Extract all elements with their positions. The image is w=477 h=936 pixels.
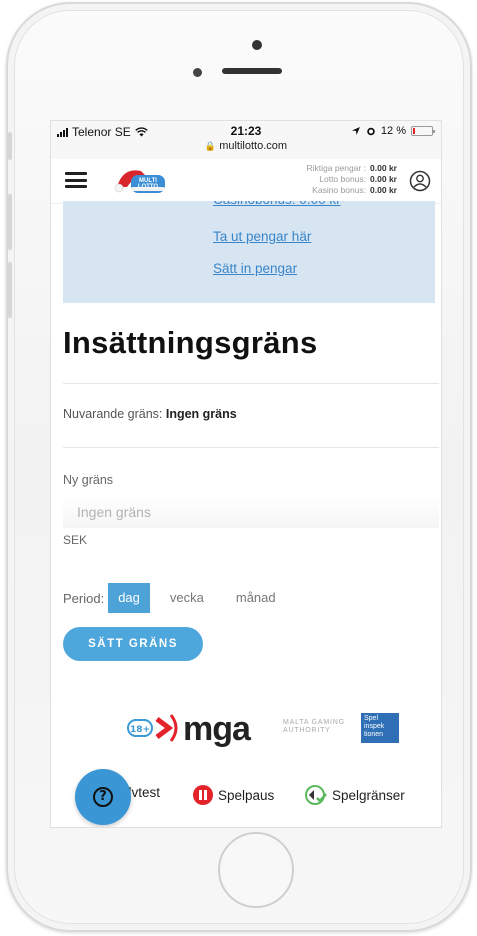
period-option-month[interactable]: månad: [226, 583, 286, 613]
battery-icon: [411, 126, 435, 136]
link-spelpaus[interactable]: Spelpaus: [193, 785, 274, 805]
spelpaus-label: Spelpaus: [218, 787, 275, 803]
currency-label: SEK: [63, 533, 88, 547]
current-limit: Nuvarande gräns: Ingen gräns: [63, 407, 237, 421]
location-icon: [351, 127, 360, 135]
pause-icon: [193, 785, 213, 805]
user-account-icon[interactable]: [409, 170, 431, 192]
new-limit-label: Ny gräns: [63, 473, 114, 487]
mute-switch: [8, 132, 12, 160]
spelgranser-label: Spelgränser: [332, 787, 405, 803]
page-title: Insättningsgräns: [63, 325, 318, 360]
new-limit-input[interactable]: [63, 496, 439, 528]
link-deposit[interactable]: Sätt in pengar: [213, 261, 297, 276]
account-links-box: Casinobonus: 0.00 kr Ta ut pengar här Sä…: [63, 201, 435, 303]
address-url[interactable]: 🔒 multilotto.com: [51, 140, 441, 152]
spelinspektionen-logo: Spel inspek tionen: [361, 713, 399, 743]
svg-text:LOTTO: LOTTO: [138, 184, 159, 190]
volume-up-button: [8, 194, 12, 250]
set-limit-button[interactable]: SÄTT GRÄNS: [63, 627, 203, 661]
site-header: MULTI LOTTO Riktiga pengar :0.00 kr Lott…: [51, 159, 441, 204]
mga-subtitle: MALTA GAMING AUTHORITY: [283, 719, 345, 734]
divider: [63, 383, 439, 384]
phone-screen: Telenor SE 21:23 🔒 multilotto.com 12 % M…: [50, 120, 442, 828]
home-button[interactable]: [218, 832, 294, 908]
lock-icon: 🔒: [204, 141, 217, 151]
url-text: multilotto.com: [219, 140, 288, 152]
status-bar: Telenor SE 21:23 🔒 multilotto.com 12 %: [51, 121, 441, 159]
front-camera: [252, 40, 262, 50]
current-limit-label: Nuvarande gräns:: [63, 407, 163, 421]
balance-real: Riktiga pengar :0.00 kr: [306, 163, 398, 173]
link-withdraw[interactable]: Ta ut pengar här: [213, 229, 311, 244]
period-option-week[interactable]: vecka: [160, 583, 214, 613]
divider: [63, 447, 439, 448]
regulator-logos: 18+ mga MALTA GAMING AUTHORITY Spel insp…: [127, 710, 399, 749]
mga-logo-text: mga: [183, 710, 251, 748]
alarm-icon: [367, 127, 375, 136]
period-selector: Period: dag vecka månad: [63, 583, 286, 613]
account-balances: Riktiga pengar :0.00 kr Lotto bonus: 0.00…: [307, 163, 398, 196]
help-chat-button[interactable]: ?: [75, 769, 131, 825]
multilotto-logo[interactable]: MULTI LOTTO: [113, 165, 169, 197]
question-icon: ?: [93, 787, 113, 807]
age-18-badge: 18+: [127, 719, 153, 737]
balance-lotto-bonus: Lotto bonus: 0.00 kr: [319, 174, 397, 184]
volume-down-button: [8, 262, 12, 318]
period-label: Period:: [63, 590, 105, 606]
link-spelgranser[interactable]: Spelgränser: [305, 785, 405, 805]
menu-icon[interactable]: [65, 172, 87, 188]
current-limit-value: Ingen gräns: [165, 407, 237, 421]
limits-icon: [305, 785, 327, 805]
mga-arrow-icon: [155, 714, 178, 742]
proximity-sensor: [193, 68, 202, 77]
earpiece-speaker: [222, 68, 282, 74]
balance-casino-bonus: Kasino bonus: 0.00 kr: [312, 185, 397, 195]
period-option-day[interactable]: dag: [108, 583, 150, 613]
battery-percent: 12 %: [380, 125, 406, 137]
